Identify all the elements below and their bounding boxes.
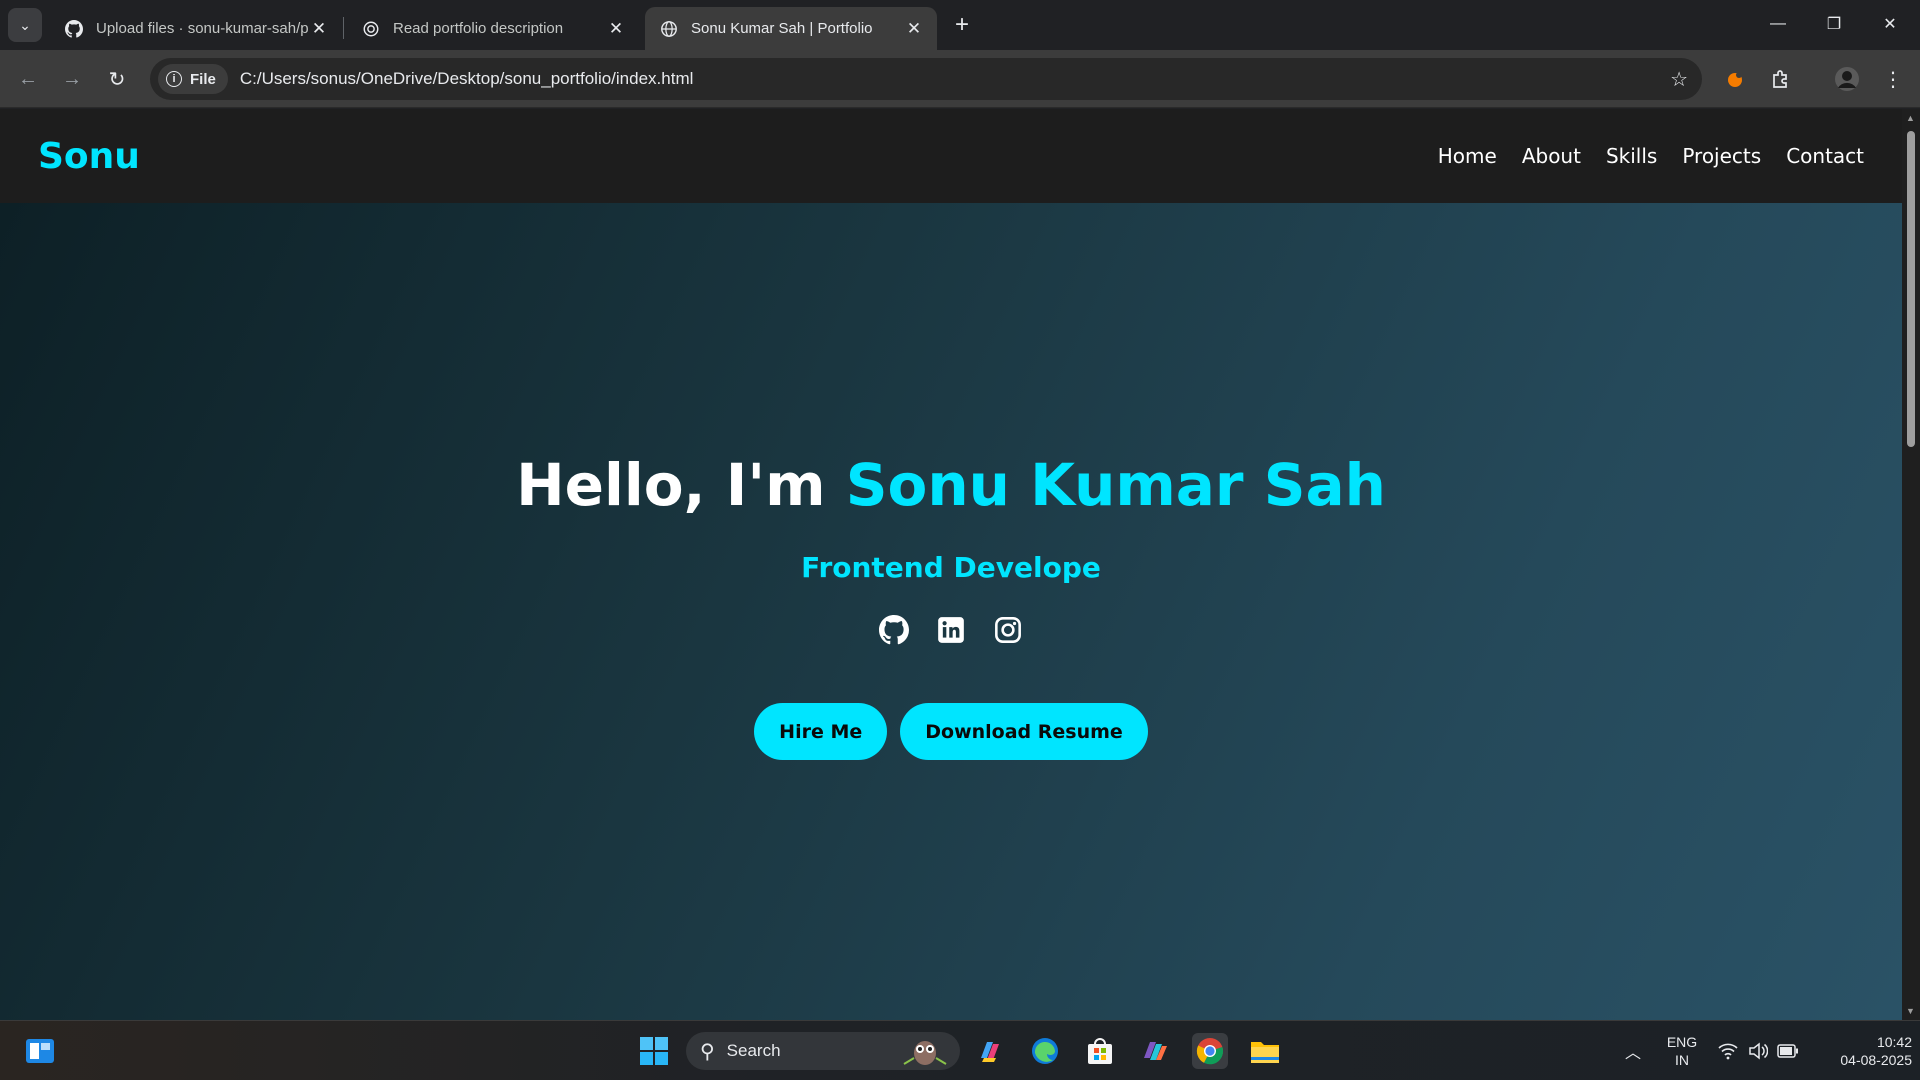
language-code: ENG [1666,1034,1698,1050]
linkedin-icon[interactable] [936,615,966,645]
tab-portfolio[interactable]: Sonu Kumar Sah | Portfolio ✕ [645,7,937,50]
chrome-icon[interactable] [1192,1033,1228,1069]
close-icon: ✕ [1883,16,1897,33]
search-icon: ⚲ [700,1040,715,1063]
bookmark-star-icon[interactable]: ☆ [1670,67,1688,92]
tab-chatgpt[interactable]: Read portfolio description ✕ [347,7,639,50]
arrow-left-icon: ← [18,67,38,90]
profile-avatar[interactable] [1834,66,1860,92]
extension-icon[interactable] [1722,66,1748,92]
minimize-icon: — [1770,15,1786,32]
extensions-puzzle-icon[interactable] [1768,66,1794,92]
clock-time: 10:42 [1876,1034,1912,1050]
menu-kebab-icon[interactable]: ⋮ [1880,66,1906,92]
page-scrollbar[interactable]: ▲ ▼ [1902,109,1920,1020]
hero-buttons: Hire Me Download Resume [0,703,1902,760]
globe-icon [659,19,679,39]
restore-button[interactable]: ❐ [1806,0,1862,48]
site-menu: Home About Skills Projects Contact [1413,144,1864,168]
close-icon[interactable]: ✕ [903,18,925,40]
start-windows-icon[interactable] [636,1033,672,1069]
restore-icon: ❐ [1826,16,1842,33]
address-bar[interactable]: i File C:/Users/sonus/OneDrive/Desktop/s… [150,58,1702,100]
browser-toolbar: ← → ↻ i File C:/Users/sonus/OneDrive/Des… [0,50,1920,108]
taskbar-search[interactable]: ⚲ Search [686,1032,960,1070]
reload-button[interactable]: ↻ [102,64,132,94]
battery-icon[interactable] [1770,1033,1806,1069]
close-icon[interactable]: ✕ [308,18,330,40]
copilot-icon[interactable] [972,1033,1008,1069]
github-icon[interactable] [879,615,909,645]
chip-label: File [190,70,216,88]
nav-link-contact[interactable]: Contact [1786,144,1864,168]
nav-link-home[interactable]: Home [1438,144,1497,168]
microsoft-store-icon[interactable] [1082,1033,1118,1069]
scrollbar-thumb[interactable] [1907,131,1915,447]
social-links [0,615,1902,645]
plus-icon: + [954,11,969,38]
tab-strip: ⌄ Upload files · sonu-kumar-sah/p ✕ Read… [0,0,1920,50]
scroll-down-icon[interactable]: ▼ [1906,1006,1915,1016]
hero-heading: Hello, I'm Sonu Kumar Sah [0,451,1902,519]
hire-me-button[interactable]: Hire Me [754,703,888,760]
microsoft-365-icon[interactable] [1137,1033,1173,1069]
forward-button[interactable]: → [57,64,87,94]
hero-section: Hello, I'm Sonu Kumar Sah Frontend Devel… [0,203,1902,1020]
close-window-button[interactable]: ✕ [1862,0,1918,48]
hero-greeting: Hello, I'm [516,451,846,519]
close-icon[interactable]: ✕ [605,18,627,40]
language-indicator[interactable]: ENG IN [1662,1033,1702,1069]
hero-subtitle: Frontend Develope [801,551,1101,584]
tab-github[interactable]: Upload files · sonu-kumar-sah/p ✕ [50,7,342,50]
info-icon: i [166,71,182,87]
tab-title: Upload files · sonu-kumar-sah/p [96,20,308,37]
tab-search-button[interactable]: ⌄ [8,8,42,42]
site-navbar: Sonu Home About Skills Projects Contact [0,109,1902,203]
edge-browser-icon[interactable] [1027,1033,1063,1069]
arrow-right-icon: → [62,67,82,90]
tab-separator [343,17,344,39]
chevron-down-icon: ⌄ [19,16,31,33]
chatgpt-icon [361,19,381,39]
instagram-icon[interactable] [993,615,1023,645]
back-button[interactable]: ← [13,64,43,94]
search-placeholder: Search [726,1041,781,1060]
clock-date: 04-08-2025 [1840,1052,1912,1068]
owl-search-highlight-icon [900,1036,950,1071]
hero-name: Sonu Kumar Sah [845,451,1386,519]
download-resume-button[interactable]: Download Resume [900,703,1148,760]
clock[interactable]: 10:42 04-08-2025 [1812,1033,1912,1069]
chevron-up-icon[interactable]: ︿ [1615,1033,1651,1069]
region-code: IN [1675,1052,1689,1068]
tab-title: Read portfolio description [393,20,564,37]
minimize-button[interactable]: — [1750,0,1806,48]
tab-title: Sonu Kumar Sah | Portfolio [691,20,873,37]
new-tab-button[interactable]: + [948,11,976,39]
site-logo[interactable]: Sonu [38,136,140,177]
windows-taskbar: ⚲ Search ︿ ENG IN 10:42 04-08-2025 [0,1020,1920,1080]
nav-link-about[interactable]: About [1522,144,1581,168]
widgets-icon[interactable] [22,1033,58,1069]
nav-link-projects[interactable]: Projects [1682,144,1761,168]
github-icon [64,19,84,39]
scroll-up-icon[interactable]: ▲ [1906,113,1915,123]
site-info-chip[interactable]: i File [158,64,228,94]
nav-link-skills[interactable]: Skills [1606,144,1657,168]
reload-icon: ↻ [108,68,126,91]
page-viewport: Sonu Home About Skills Projects Contact … [0,109,1902,1020]
url-text[interactable]: C:/Users/sonus/OneDrive/Desktop/sonu_por… [240,69,694,89]
file-explorer-icon[interactable] [1247,1033,1283,1069]
